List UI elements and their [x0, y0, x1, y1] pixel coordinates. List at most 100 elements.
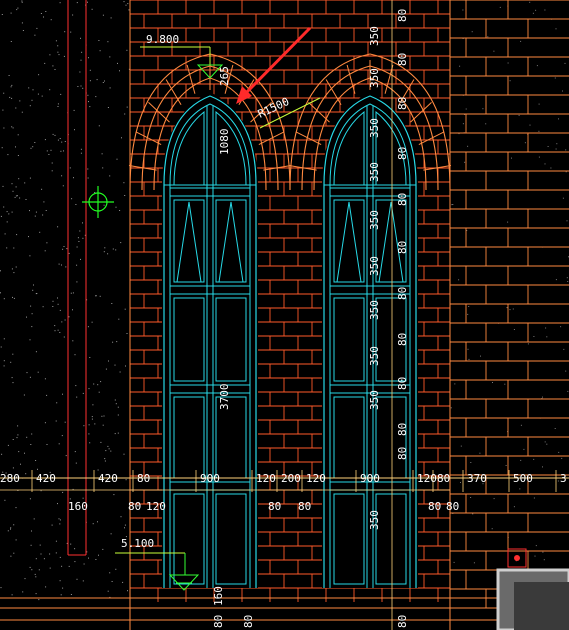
speckle-dot — [118, 318, 120, 320]
speckle-dot — [21, 22, 23, 24]
speckle-dot — [102, 167, 104, 169]
speckle-dot — [493, 50, 495, 52]
speckle-dot — [16, 234, 18, 236]
speckle-dot — [124, 113, 126, 115]
speckle-dot — [77, 237, 79, 239]
speckle-dot — [109, 56, 111, 58]
speckle-dot — [468, 306, 470, 307]
speckle-dot — [109, 572, 111, 574]
speckle-dot — [123, 182, 125, 184]
speckle-dot — [460, 482, 461, 483]
speckle-dot — [12, 190, 14, 192]
speckle-dot — [28, 87, 30, 89]
speckle-dot — [533, 336, 535, 337]
speckle-dot — [52, 133, 54, 135]
speckle-dot — [52, 300, 54, 302]
speckle-dot — [44, 250, 46, 252]
speckle-dot — [15, 266, 17, 268]
speckle-dot — [108, 360, 109, 362]
speckle-dot — [59, 332, 61, 333]
speckle-dot — [491, 528, 493, 530]
window-backdrop — [162, 92, 258, 185]
speckle-dot — [558, 451, 560, 453]
speckle-dot — [49, 89, 51, 91]
level-top-label: 9.800 — [146, 33, 179, 46]
speckle-dot — [122, 581, 124, 583]
cad-drawing-canvas[interactable]: 280 420 420 80 900 120 200 120 900 120 80 370 500 3 16… — [0, 0, 569, 630]
speckle-dot — [59, 519, 61, 521]
speckle-dot — [72, 14, 74, 16]
speckle-dot — [64, 319, 66, 321]
speckle-dot — [82, 497, 84, 499]
speckle-dot — [3, 127, 5, 129]
speckle-dot — [43, 16, 44, 18]
speckle-dot — [17, 134, 19, 136]
cursor-selection-box[interactable] — [496, 548, 569, 630]
speckle-dot — [71, 198, 73, 200]
speckle-dot — [450, 407, 452, 409]
speckle-dot — [60, 150, 62, 152]
speckle-dot — [29, 498, 31, 500]
speckle-dot — [13, 247, 15, 249]
speckle-dot — [31, 433, 33, 435]
speckle-dot — [20, 463, 21, 465]
speckle-dot — [527, 343, 529, 345]
speckle-dot — [473, 562, 475, 564]
speckle-dot — [0, 346, 2, 348]
speckle-dot — [92, 523, 94, 525]
vertical-dim-label: 350 — [368, 300, 381, 320]
speckle-dot — [59, 556, 61, 558]
speckle-dot — [24, 182, 26, 184]
crosshair-icon[interactable] — [82, 186, 114, 218]
speckle-dot — [29, 255, 31, 257]
speckle-dot — [59, 580, 61, 582]
speckle-dot — [103, 415, 105, 417]
vertical-dim-label: 350 — [368, 68, 381, 88]
speckle-dot — [34, 573, 36, 575]
speckle-dot — [492, 382, 493, 383]
speckle-dot — [93, 383, 95, 385]
speckle-dot — [29, 210, 30, 212]
speckle-dot — [21, 1, 23, 3]
speckle-dot — [41, 188, 43, 190]
speckle-dot — [520, 459, 522, 461]
speckle-dot — [46, 242, 48, 244]
speckle-dot — [534, 555, 536, 557]
speckle-dot — [61, 264, 62, 266]
speckle-dot — [49, 567, 51, 569]
speckle-dot — [542, 551, 544, 553]
speckle-dot — [38, 599, 40, 601]
speckle-dot — [12, 382, 14, 384]
speckle-dot — [30, 544, 32, 546]
speckle-dot — [24, 452, 25, 454]
speckle-dot — [70, 543, 72, 545]
speckle-dot — [554, 77, 556, 79]
speckle-dot — [16, 437, 18, 439]
speckle-dot — [51, 162, 53, 164]
speckle-dot — [479, 452, 481, 454]
speckle-dot — [60, 93, 62, 95]
speckle-dot — [68, 316, 70, 318]
speckle-dot — [518, 114, 520, 116]
speckle-dot — [49, 553, 51, 555]
speckle-dot — [30, 147, 32, 149]
speckle-dot — [72, 309, 73, 311]
speckle-dot — [31, 569, 33, 571]
speckle-dot — [451, 204, 453, 206]
speckle-dot — [39, 231, 41, 233]
speckle-dot — [112, 248, 114, 250]
speckle-dot — [52, 306, 54, 307]
speckle-dot — [555, 279, 557, 281]
speckle-dot — [37, 371, 39, 373]
speckle-dot — [88, 433, 90, 435]
speckle-dot — [15, 186, 17, 188]
vertical-dim-label: 80 — [396, 97, 409, 110]
horizontal-dim-label: 420 — [98, 472, 118, 485]
vertical-dim-label: 80 — [396, 147, 409, 160]
speckle-dot — [89, 69, 91, 71]
speckle-dot — [113, 494, 115, 496]
speckle-dot — [17, 155, 19, 156]
speckle-dot — [10, 361, 12, 363]
speckle-dot — [480, 355, 481, 357]
speckle-dot — [35, 558, 37, 560]
